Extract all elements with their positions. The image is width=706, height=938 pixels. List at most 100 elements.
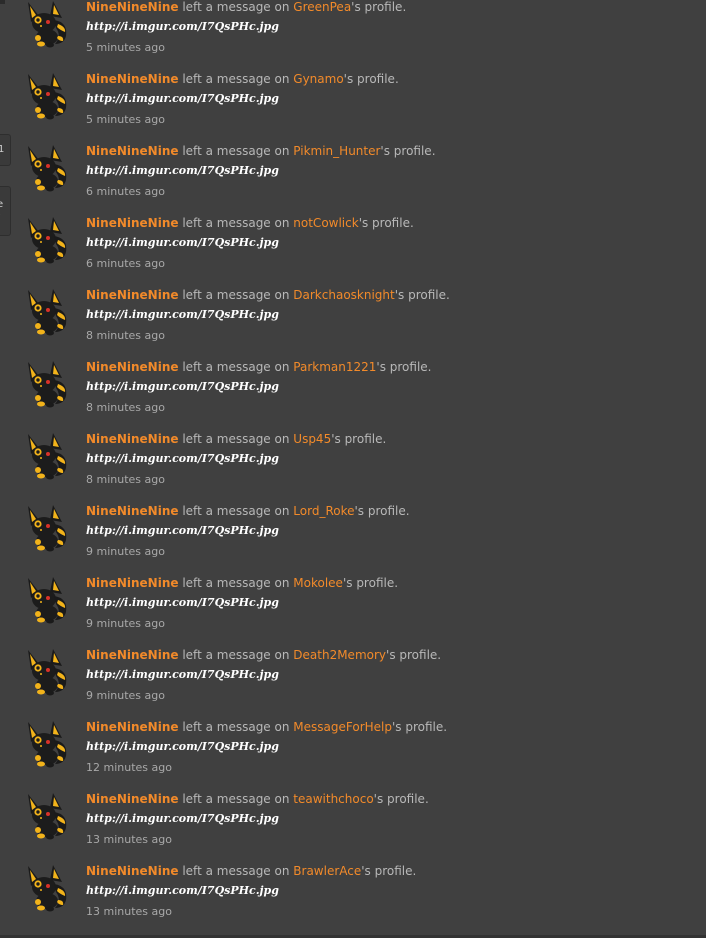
activity-summary: NineNineNine left a message on GreenPea'…	[86, 0, 406, 15]
action-text: left a message on	[182, 864, 290, 878]
author-link[interactable]: NineNineNine	[86, 792, 179, 806]
author-link[interactable]: NineNineNine	[86, 864, 179, 878]
activity-summary: NineNineNine left a message on Parkman12…	[86, 359, 432, 375]
activity-entry: NineNineNine left a message on notCowlic…	[0, 213, 706, 285]
avatar-icon[interactable]	[22, 504, 70, 552]
timestamp: 5 minutes ago	[86, 113, 165, 126]
profile-link[interactable]: Usp45	[293, 432, 331, 446]
action-text: left a message on	[182, 432, 290, 446]
action-text: left a message on	[182, 720, 290, 734]
profile-link[interactable]: Pikmin_Hunter	[293, 144, 380, 158]
profile-suffix: 's profile.	[380, 144, 436, 158]
avatar-icon[interactable]	[22, 144, 70, 192]
action-text: left a message on	[182, 144, 290, 158]
action-text: left a message on	[182, 648, 290, 662]
action-text: left a message on	[182, 288, 290, 302]
profile-link[interactable]: Darkchaosknight	[293, 288, 394, 302]
activity-summary: NineNineNine left a message on Death2Mem…	[86, 647, 441, 663]
author-link[interactable]: NineNineNine	[86, 432, 179, 446]
message-text: http://i.imgur.com/I7QsPHc.jpg	[86, 92, 279, 105]
message-text: http://i.imgur.com/I7QsPHc.jpg	[86, 884, 279, 897]
profile-suffix: 's profile.	[361, 864, 417, 878]
avatar-icon[interactable]	[22, 288, 70, 336]
message-text: http://i.imgur.com/I7QsPHc.jpg	[86, 596, 279, 609]
timestamp: 8 minutes ago	[86, 473, 165, 486]
activity-summary: NineNineNine left a message on Darkchaos…	[86, 287, 450, 303]
action-text: left a message on	[182, 216, 290, 230]
timestamp: 13 minutes ago	[86, 905, 172, 918]
profile-link[interactable]: GreenPea	[293, 0, 351, 14]
activity-feed: NineNineNine left a message on GreenPea'…	[0, 0, 706, 933]
avatar-icon[interactable]	[22, 576, 70, 624]
author-link[interactable]: NineNineNine	[86, 720, 179, 734]
author-link[interactable]: NineNineNine	[86, 648, 179, 662]
profile-suffix: 's profile.	[342, 576, 399, 590]
timestamp: 13 minutes ago	[86, 833, 172, 846]
activity-entry: NineNineNine left a message on teawithch…	[0, 789, 706, 861]
avatar-icon[interactable]	[22, 432, 70, 480]
activity-entry: NineNineNine left a message on Usp45's p…	[0, 429, 706, 501]
author-link[interactable]: NineNineNine	[86, 360, 179, 374]
timestamp: 9 minutes ago	[86, 545, 165, 558]
profile-suffix: 's profile.	[373, 792, 429, 806]
timestamp: 8 minutes ago	[86, 401, 165, 414]
author-link[interactable]: NineNineNine	[86, 576, 179, 590]
author-link[interactable]: NineNineNine	[86, 288, 179, 302]
profile-link[interactable]: Gynamo	[293, 72, 343, 86]
profile-suffix: 's profile.	[358, 216, 414, 230]
profile-link[interactable]: Lord_Roke	[293, 504, 354, 518]
avatar-icon[interactable]	[22, 72, 70, 120]
message-text: http://i.imgur.com/I7QsPHc.jpg	[86, 236, 279, 249]
activity-summary: NineNineNine left a message on Pikmin_Hu…	[86, 143, 436, 159]
profile-suffix: 's profile.	[351, 0, 407, 14]
author-link[interactable]: NineNineNine	[86, 144, 179, 158]
message-text: http://i.imgur.com/I7QsPHc.jpg	[86, 164, 279, 177]
profile-link[interactable]: Mokolee	[293, 576, 343, 590]
timestamp: 6 minutes ago	[86, 185, 165, 198]
profile-link[interactable]: BrawlerAce	[293, 864, 361, 878]
profile-suffix: 's profile.	[354, 504, 410, 518]
activity-summary: NineNineNine left a message on MessageFo…	[86, 719, 447, 735]
avatar-icon[interactable]	[22, 792, 70, 840]
timestamp: 6 minutes ago	[86, 257, 165, 270]
activity-page: 1 e) NineNineNi	[0, 0, 706, 938]
action-text: left a message on	[182, 576, 290, 590]
profile-link[interactable]: Parkman1221	[293, 360, 376, 374]
message-text: http://i.imgur.com/I7QsPHc.jpg	[86, 20, 279, 33]
timestamp: 5 minutes ago	[86, 41, 165, 54]
avatar-icon[interactable]	[22, 216, 70, 264]
activity-entry: NineNineNine left a message on GreenPea'…	[0, 0, 706, 69]
author-link[interactable]: NineNineNine	[86, 72, 179, 86]
activity-entry: NineNineNine left a message on Darkchaos…	[0, 285, 706, 357]
action-text: left a message on	[182, 792, 290, 806]
author-link[interactable]: NineNineNine	[86, 0, 179, 14]
avatar-icon[interactable]	[22, 720, 70, 768]
activity-summary: NineNineNine left a message on teawithch…	[86, 791, 429, 807]
profile-link[interactable]: notCowlick	[293, 216, 358, 230]
profile-suffix: 's profile.	[391, 720, 448, 734]
activity-summary: NineNineNine left a message on Gynamo's …	[86, 71, 399, 87]
message-text: http://i.imgur.com/I7QsPHc.jpg	[86, 452, 279, 465]
timestamp: 8 minutes ago	[86, 329, 165, 342]
activity-summary: NineNineNine left a message on Usp45's p…	[86, 431, 386, 447]
activity-summary: NineNineNine left a message on notCowlic…	[86, 215, 414, 231]
activity-entry: NineNineNine left a message on Gynamo's …	[0, 69, 706, 141]
profile-link[interactable]: teawithchoco	[293, 792, 373, 806]
author-link[interactable]: NineNineNine	[86, 504, 179, 518]
timestamp: 9 minutes ago	[86, 617, 165, 630]
action-text: left a message on	[182, 504, 290, 518]
profile-suffix: 's profile.	[376, 360, 432, 374]
activity-summary: NineNineNine left a message on Lord_Roke…	[86, 503, 410, 519]
author-link[interactable]: NineNineNine	[86, 216, 179, 230]
profile-suffix: 's profile.	[331, 432, 387, 446]
activity-entry: NineNineNine left a message on Pikmin_Hu…	[0, 141, 706, 213]
timestamp: 9 minutes ago	[86, 689, 165, 702]
activity-entry: NineNineNine left a message on Mokolee's…	[0, 573, 706, 645]
avatar-icon[interactable]	[22, 864, 70, 912]
avatar-icon[interactable]	[22, 0, 70, 48]
avatar-icon[interactable]	[22, 648, 70, 696]
activity-entry: NineNineNine left a message on Lord_Roke…	[0, 501, 706, 573]
avatar-icon[interactable]	[22, 360, 70, 408]
profile-link[interactable]: MessageForHelp	[293, 720, 392, 734]
profile-link[interactable]: Death2Memory	[293, 648, 386, 662]
